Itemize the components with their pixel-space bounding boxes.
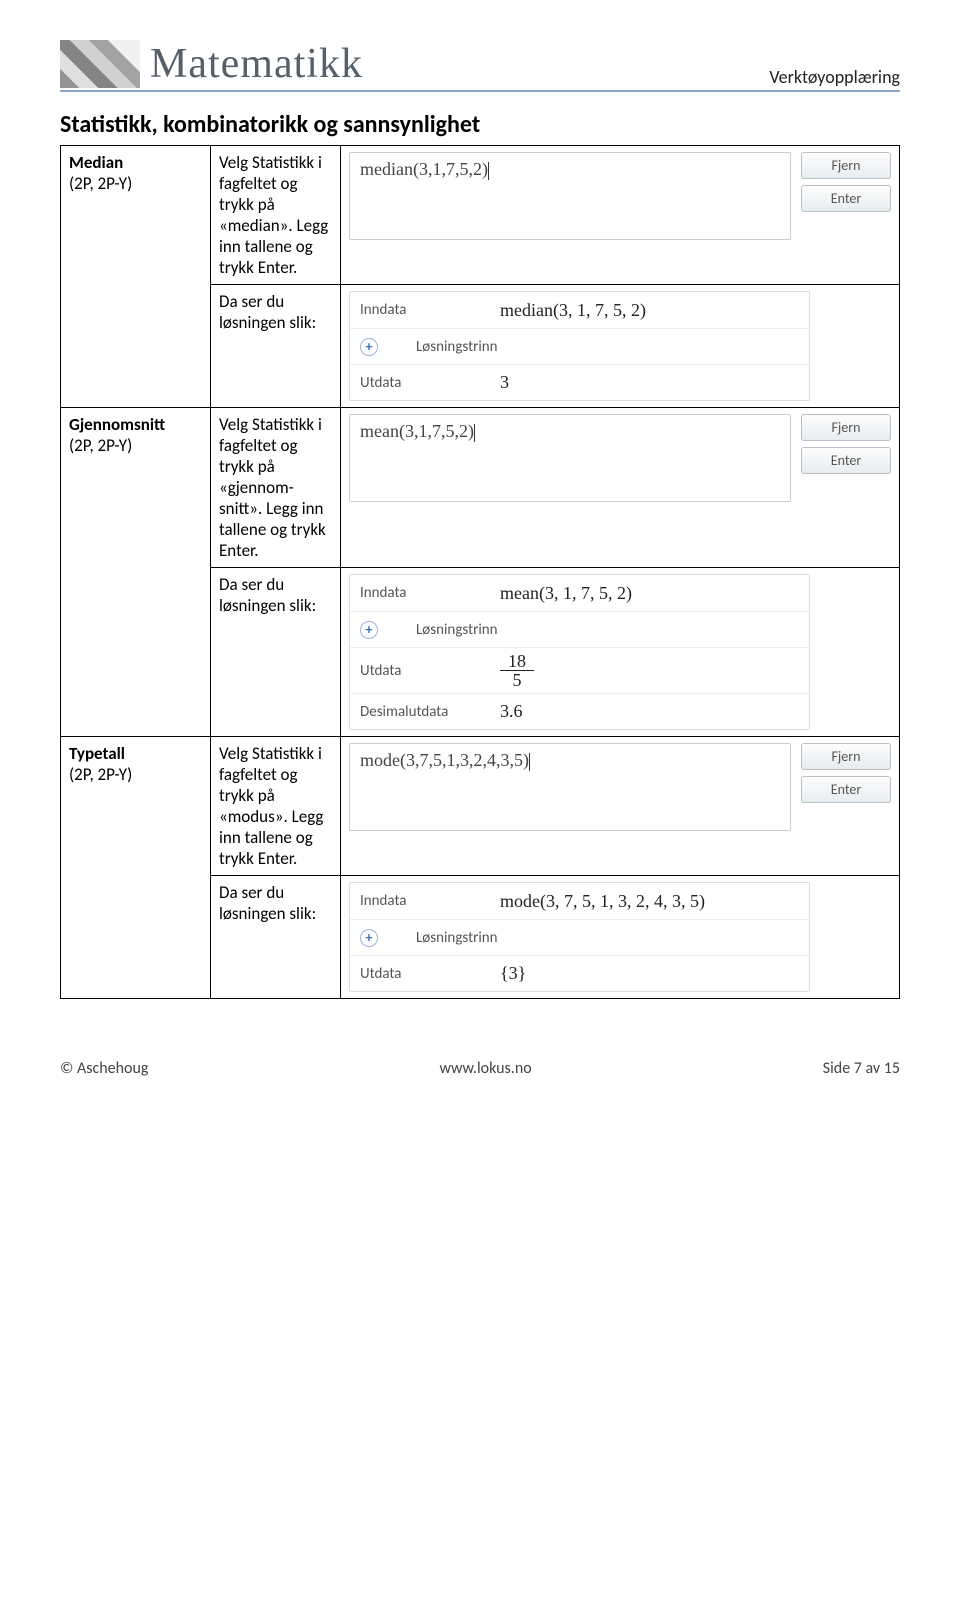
enter-button[interactable]: Enter	[801, 447, 891, 474]
utdata-label: Utdata	[360, 965, 470, 983]
page-header: Matematikk Verktøyopplæring	[60, 40, 900, 92]
inndata-value: mean(3, 1, 7, 5, 2)	[500, 583, 632, 604]
inndata-value: median(3, 1, 7, 5, 2)	[500, 300, 646, 321]
expand-icon[interactable]: +	[360, 929, 378, 947]
footer-right: Side 7 av 15	[823, 1059, 900, 1078]
inndata-value: mode(3, 7, 5, 1, 3, 2, 4, 3, 5)	[500, 891, 705, 912]
expand-icon[interactable]: +	[360, 621, 378, 639]
utdata-label: Utdata	[360, 374, 470, 392]
content-table: Median (2P, 2P-Y) Velg Statistikk i fagf…	[60, 145, 900, 999]
row-instruction: Velg Statistikk i fagfeltet og trykk på …	[211, 737, 341, 876]
utdata-label: Utdata	[360, 662, 470, 680]
fjern-button[interactable]: Fjern	[801, 414, 891, 441]
row-instruction: Velg Statistikk i fagfeltet og trykk på …	[211, 408, 341, 568]
losningstrinn-label[interactable]: Løsningstrinn	[416, 929, 498, 947]
inndata-label: Inndata	[360, 301, 470, 319]
table-row: Median (2P, 2P-Y) Velg Statistikk i fagf…	[61, 146, 900, 285]
row-instruction: Da ser du løsningen slik:	[211, 568, 341, 737]
desimal-label: Desimalutdata	[360, 703, 470, 721]
utdata-value: {3}	[500, 963, 526, 984]
fjern-button[interactable]: Fjern	[801, 152, 891, 179]
brand-title: Matematikk	[150, 40, 363, 88]
footer-left: © Aschehoug	[60, 1059, 148, 1078]
page-footer: © Aschehoug www.lokus.no Side 7 av 15	[60, 1059, 900, 1078]
calc-input[interactable]: median(3,1,7,5,2)	[349, 152, 791, 240]
row-instruction: Velg Statistikk i fagfeltet og trykk på …	[211, 146, 341, 285]
calc-input-text: median(3,1,7,5,2)	[360, 159, 488, 179]
solution-grid: Inndata mean(3, 1, 7, 5, 2) + Løsningstr…	[349, 574, 810, 730]
utdata-value: 3	[500, 372, 509, 393]
row-scope: (2P, 2P-Y)	[69, 435, 202, 456]
solution-grid: Inndata mode(3, 7, 5, 1, 3, 2, 4, 3, 5) …	[349, 882, 810, 992]
brand-logo	[60, 40, 140, 88]
row-instruction: Da ser du løsningen slik:	[211, 876, 341, 999]
row-scope: (2P, 2P-Y)	[69, 764, 202, 785]
solution-grid: Inndata median(3, 1, 7, 5, 2) + Løsnings…	[349, 291, 810, 401]
losningstrinn-label[interactable]: Løsningstrinn	[416, 621, 498, 639]
enter-button[interactable]: Enter	[801, 185, 891, 212]
inndata-label: Inndata	[360, 892, 470, 910]
inndata-label: Inndata	[360, 584, 470, 602]
table-row: Gjennomsnitt (2P, 2P-Y) Velg Statistikk …	[61, 408, 900, 568]
section-label: Verktøyopplæring	[769, 66, 900, 88]
losningstrinn-label[interactable]: Løsningstrinn	[416, 338, 498, 356]
row-scope: (2P, 2P-Y)	[69, 173, 202, 194]
row-instruction: Da ser du løsningen slik:	[211, 285, 341, 408]
fjern-button[interactable]: Fjern	[801, 743, 891, 770]
utdata-value: 18 5	[500, 652, 534, 689]
calc-input[interactable]: mean(3,1,7,5,2)	[349, 414, 791, 502]
calc-input[interactable]: mode(3,7,5,1,3,2,4,3,5)	[349, 743, 791, 831]
calc-input-text: mode(3,7,5,1,3,2,4,3,5)	[360, 750, 529, 770]
row-name: Gjennomsnitt	[69, 414, 202, 435]
desimal-value: 3.6	[500, 701, 523, 722]
row-name: Median	[69, 152, 202, 173]
calc-input-text: mean(3,1,7,5,2)	[360, 421, 474, 441]
page-title: Statistikk, kombinatorikk og sannsynligh…	[60, 110, 900, 139]
table-row: Typetall (2P, 2P-Y) Velg Statistikk i fa…	[61, 737, 900, 876]
expand-icon[interactable]: +	[360, 338, 378, 356]
enter-button[interactable]: Enter	[801, 776, 891, 803]
row-name: Typetall	[69, 743, 202, 764]
footer-mid: www.lokus.no	[440, 1059, 532, 1078]
